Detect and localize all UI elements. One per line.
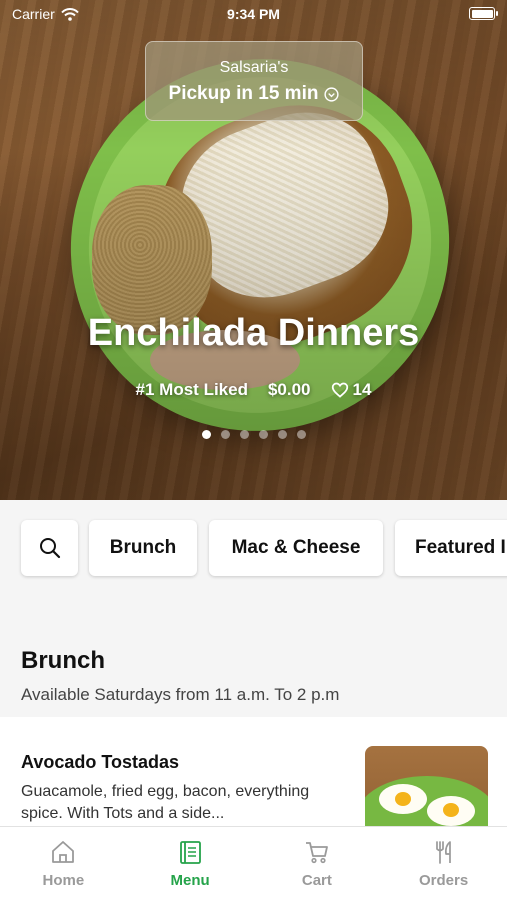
menu-item-description: Guacamole, fried egg, bacon, everything … [21,783,310,822]
carousel-dot[interactable] [239,430,249,439]
tab-home[interactable]: Home [0,827,127,901]
pickup-time-row: Pickup in 15 min [146,83,362,105]
pickup-selector[interactable]: Salsaria's Pickup in 15 min [145,41,363,121]
menu-item-name: Avocado Tostadas [21,752,180,772]
hero-likes[interactable]: 14 [331,380,372,400]
status-time: 9:34 PM [227,6,280,22]
carousel-page-indicator[interactable] [0,430,507,439]
store-name: Salsaria's [219,59,289,76]
tab-menu[interactable]: Menu [127,827,254,901]
menu-book-icon [180,841,202,864]
hero-title: Enchilada Dinners [87,312,420,354]
carousel-dot[interactable] [258,430,268,439]
category-chips: Brunch Mac & Cheese Featured I [0,520,507,580]
chip-featured[interactable]: Featured I [395,520,507,576]
tab-home-label: Home [42,872,85,889]
chip-brunch[interactable]: Brunch [89,520,197,576]
carousel-dot[interactable] [296,430,306,439]
utensils-icon [435,841,451,864]
section-title: Brunch [21,647,105,674]
status-bar: Carrier 9:34 PM [0,0,507,28]
carousel-dot[interactable] [220,430,230,439]
hero-meta: #1 Most Liked $0.00 14 [0,380,507,400]
home-icon [52,841,75,863]
tab-cart-label: Cart [301,872,332,889]
hero-rank: #1 Most Liked [135,380,248,399]
section-subtitle: Available Saturdays from 11 a.m. To 2 p.… [21,685,340,704]
search-button[interactable] [21,520,78,576]
hero-price: $0.00 [267,380,311,399]
tab-menu-label: Menu [170,872,210,889]
battery-icon [469,7,498,20]
tab-cart[interactable]: Cart [254,827,381,901]
carousel-dot[interactable] [201,430,211,439]
heart-icon [331,382,348,398]
hero-likes-count: 14 [352,380,372,399]
chevron-down-circle-icon [324,86,340,102]
chip-mac-and-cheese[interactable]: Mac & Cheese [209,520,383,576]
cart-icon [305,842,328,864]
search-icon [39,538,60,559]
tab-orders-label: Orders [419,872,469,889]
carousel-dot[interactable] [277,430,287,439]
pickup-time: Pickup in 15 min [168,83,319,104]
tab-bar: Home Menu Cart Orders [0,826,507,901]
section-header: Brunch Available Saturdays from 11 a.m. … [21,647,339,705]
tab-orders[interactable]: Orders [380,827,507,901]
